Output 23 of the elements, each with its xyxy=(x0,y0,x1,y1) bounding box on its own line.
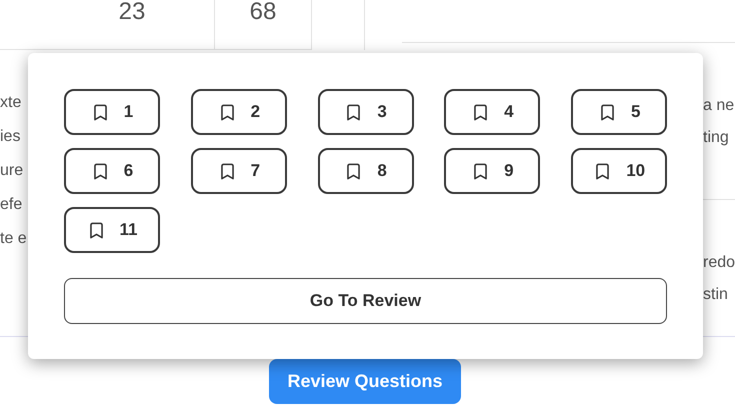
bookmark-button[interactable]: 5 xyxy=(571,89,668,135)
bookmark-button[interactable]: 11 xyxy=(64,207,160,253)
bookmark-button[interactable]: 4 xyxy=(444,89,540,135)
text-fragment: ting xyxy=(703,128,729,148)
text-fragment: efe xyxy=(0,195,22,215)
text-fragment: redo xyxy=(703,253,735,273)
bookmark-button[interactable]: 9 xyxy=(444,148,540,194)
table-cell: 23 xyxy=(118,0,146,24)
text-fragment: ies xyxy=(0,127,20,147)
bookmark-button[interactable]: 8 xyxy=(318,148,414,194)
bookmark-button[interactable]: 7 xyxy=(190,148,287,194)
bookmark-button[interactable]: 3 xyxy=(318,89,414,135)
bookmark-button[interactable]: 2 xyxy=(190,89,287,135)
bookmark-button[interactable]: 6 xyxy=(64,148,160,194)
text-fragment: ure xyxy=(0,161,24,181)
bookmark-button[interactable]: 10 xyxy=(571,148,668,194)
text-fragment: a ne xyxy=(703,96,734,116)
table-cell: 68 xyxy=(250,0,276,24)
bookmark-button[interactable]: 1 xyxy=(64,89,160,135)
text-fragment: xte xyxy=(0,93,22,113)
text-fragment: te e xyxy=(0,229,27,249)
go-to-review-button[interactable]: Go To Review xyxy=(64,278,667,324)
text-fragment: stin xyxy=(703,285,728,305)
